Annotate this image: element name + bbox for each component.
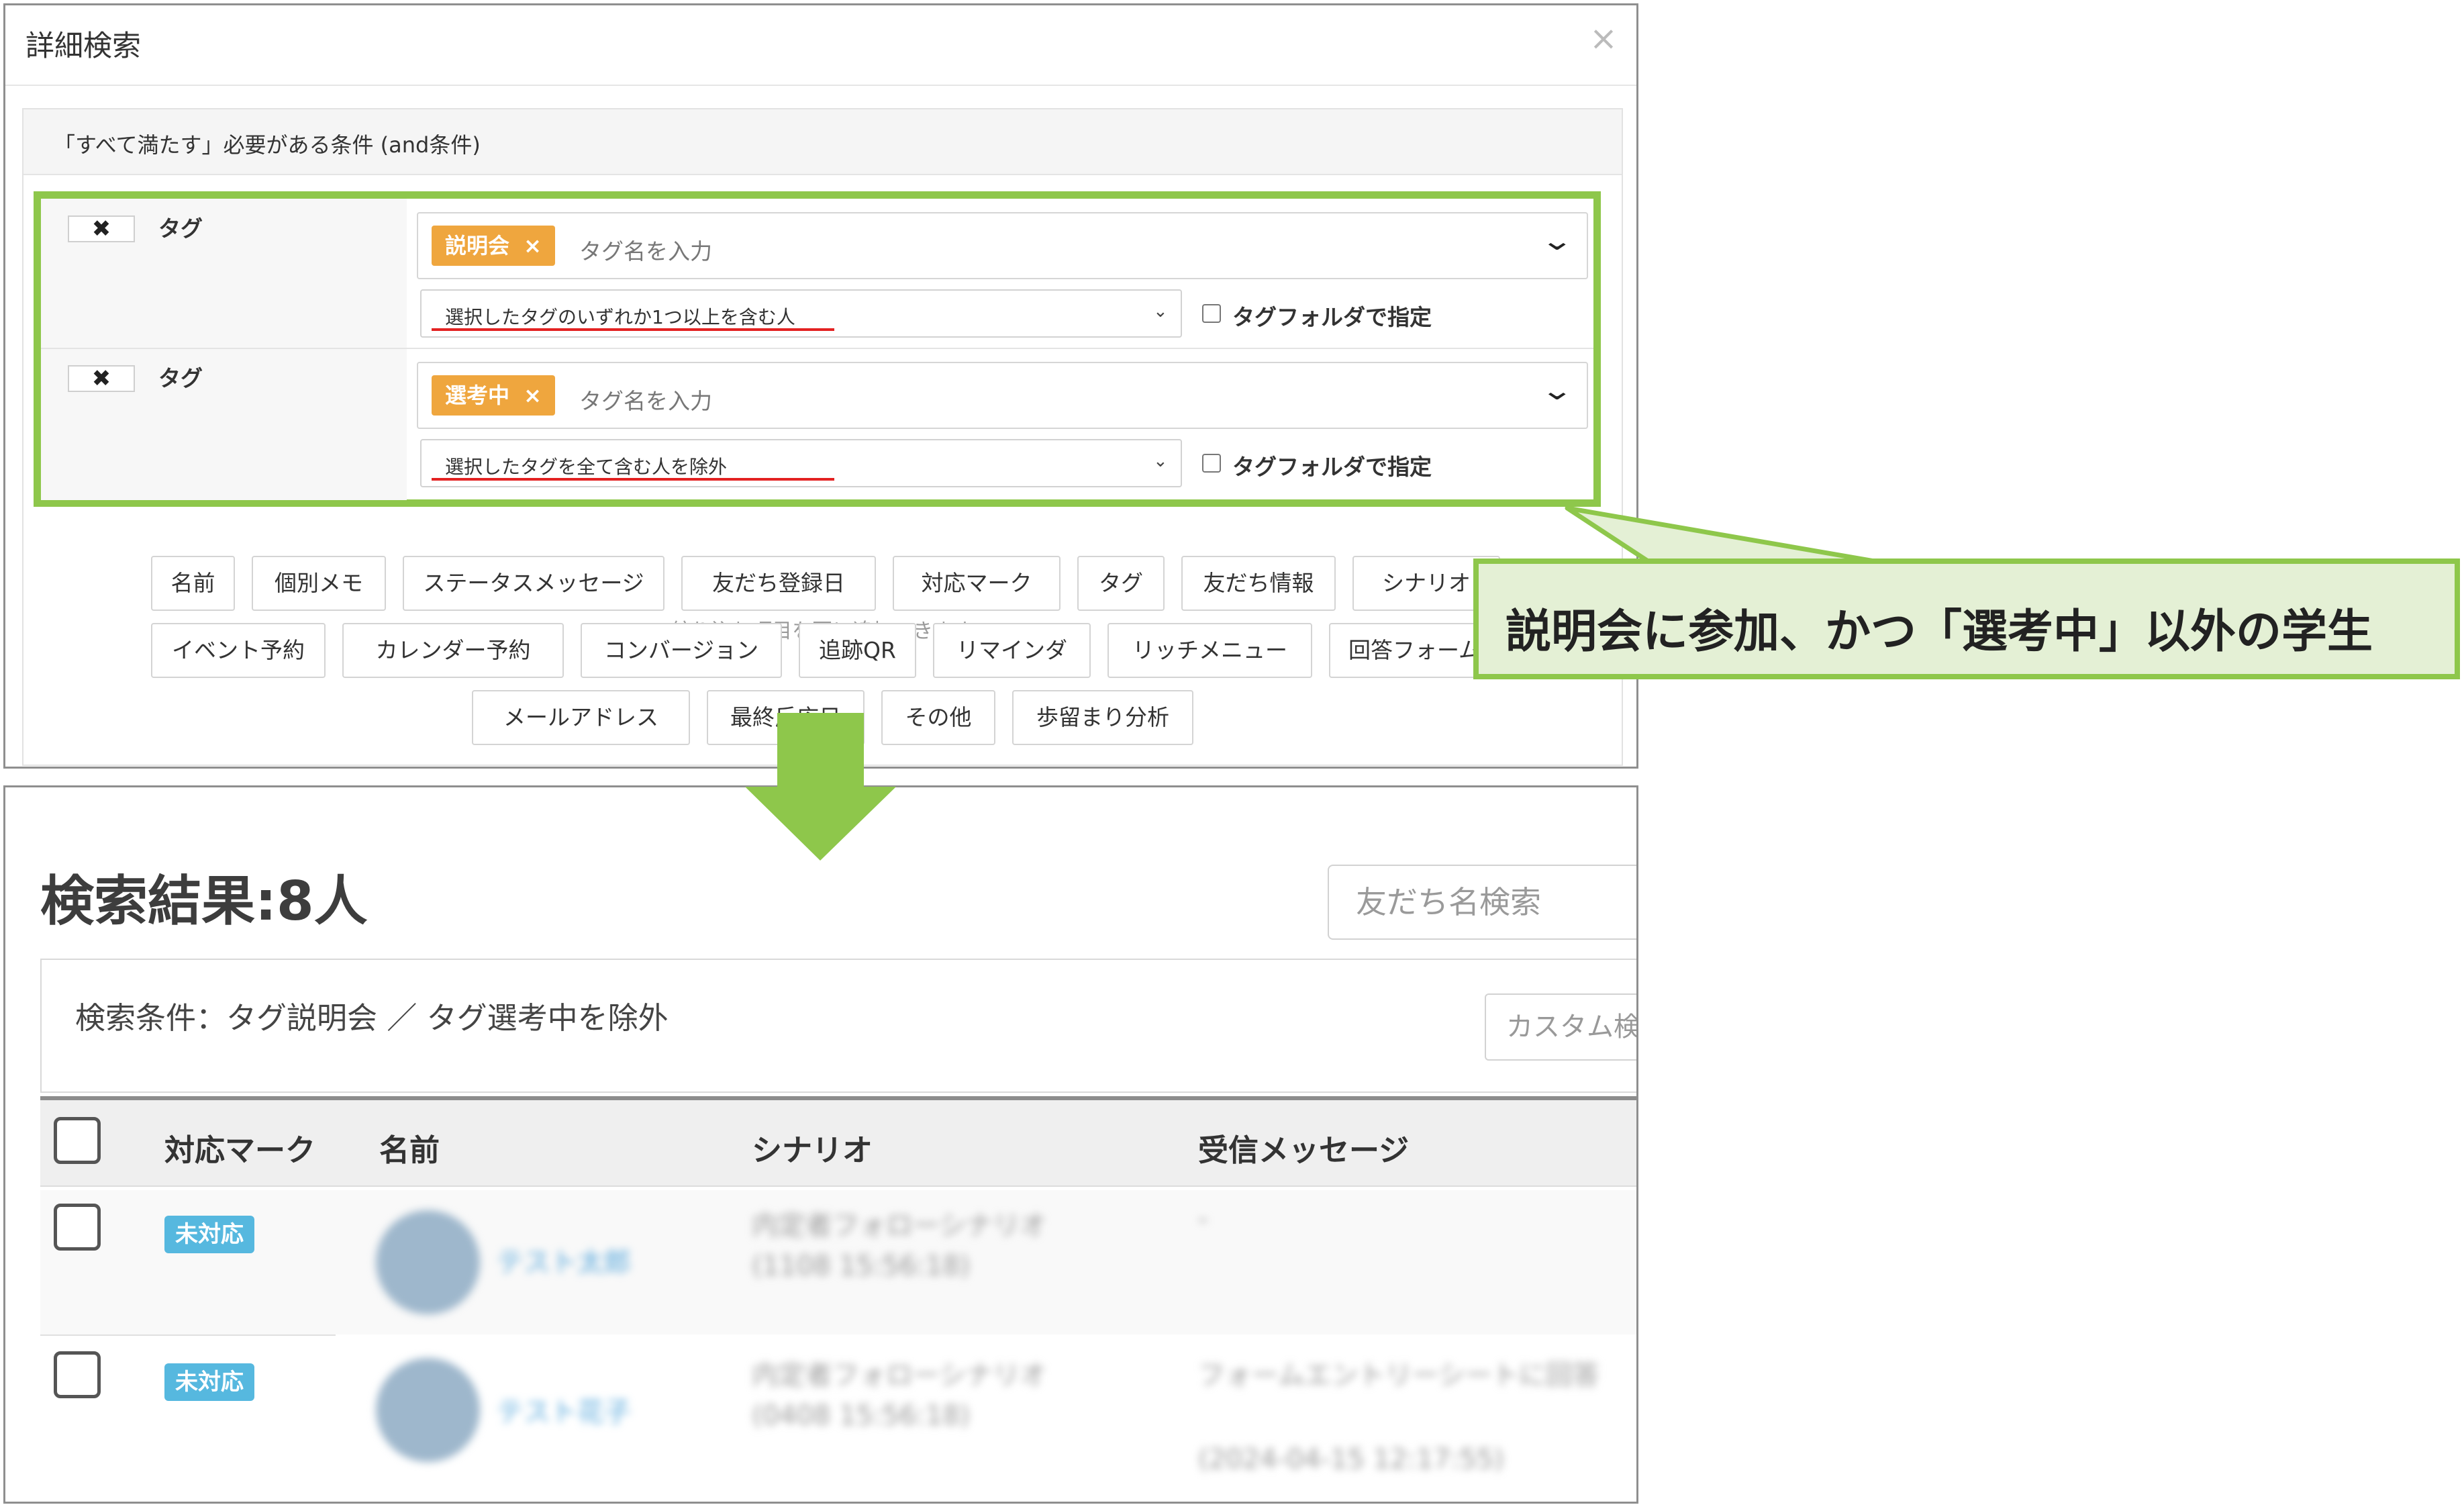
- received-message: -: [1198, 1204, 1208, 1234]
- callout-text: 説明会に参加、かつ「選考中」以外の学生: [1506, 605, 2373, 659]
- friend-name[interactable]: テスト花子: [497, 1390, 631, 1429]
- filter-button-friend-info[interactable]: 友だち情報: [1181, 556, 1336, 611]
- filter-button-event[interactable]: イベント予約: [151, 623, 326, 678]
- match-mode-select[interactable]: 選択したタグのいずれか1つ以上を含む人 ⌄: [420, 289, 1182, 338]
- filter-button-status-message[interactable]: ステータスメッセージ: [403, 556, 664, 611]
- tag-folder-label: タグフォルダで指定: [1232, 304, 1432, 330]
- tag-input-placeholder: タグ名を入力: [579, 388, 712, 414]
- column-header[interactable]: シナリオ: [752, 1126, 873, 1169]
- divider: [5, 85, 1636, 86]
- avatar: [376, 1358, 480, 1462]
- close-icon[interactable]: ×: [1589, 19, 1618, 58]
- filter-button-email[interactable]: メールアドレス: [472, 690, 690, 745]
- filter-button-calendar[interactable]: カレンダー予約: [342, 623, 564, 678]
- tag-input[interactable]: 選考中 × タグ名を入力 ⌄: [417, 362, 1588, 429]
- filter-button-name[interactable]: 名前: [151, 556, 235, 611]
- chevron-down-icon[interactable]: ⌄: [1540, 375, 1574, 406]
- callout-box: 説明会に参加、かつ「選考中」以外の学生: [1473, 558, 2460, 679]
- table-row: 未対応 テスト太郎 内定者フォローシナリオ (1108 15:56:18) -: [40, 1190, 1636, 1334]
- received-message-date: (2024-04-15 12:17:55): [1198, 1444, 1505, 1475]
- table-row: 未対応 テスト花子 内定者フォローシナリオ (0408 15:56:18) フォ…: [40, 1336, 1636, 1491]
- friend-name[interactable]: テスト太郎: [497, 1241, 631, 1279]
- filter-button-rich-menu[interactable]: リッチメニュー: [1107, 623, 1312, 678]
- scenario-date: (0408 15:56:18): [752, 1400, 971, 1431]
- table-header: 対応マーク 名前 シナリオ 受信メッセージ: [40, 1096, 1636, 1187]
- row-checkbox[interactable]: [54, 1204, 101, 1251]
- panel-header: 「すべて満たす」必要がある条件 (and条件): [23, 109, 1622, 175]
- chip-remove-icon[interactable]: ×: [524, 383, 542, 408]
- emphasis-underline: [432, 328, 834, 331]
- condition-type-label: タグ: [158, 365, 203, 391]
- custom-search-button[interactable]: カスタム検索: [1485, 993, 1636, 1061]
- scenario-name: 内定者フォローシナリオ: [752, 1210, 1047, 1241]
- status-badge[interactable]: 未対応: [164, 1363, 254, 1401]
- panel-header-title: 「すべて満たす」必要がある条件 (and条件): [54, 132, 481, 158]
- remove-condition-button[interactable]: ✖: [68, 365, 135, 392]
- modal-title: 詳細検索: [26, 30, 141, 63]
- search-conditions-text: 検索条件：タグ説明会 ／ タグ選考中を除外: [75, 1000, 669, 1036]
- friend-search-input[interactable]: 友だち名検索: [1328, 865, 1636, 940]
- tag-chip[interactable]: 選考中 ×: [432, 375, 555, 416]
- tag-chip[interactable]: 説明会 ×: [432, 226, 555, 266]
- tag-input[interactable]: 説明会 × タグ名を入力 ⌄: [417, 212, 1588, 279]
- chevron-down-icon[interactable]: ⌄: [1540, 226, 1574, 256]
- chevron-down-icon: ⌄: [1153, 301, 1168, 322]
- filter-button-yield[interactable]: 歩留まり分析: [1012, 690, 1193, 745]
- received-message: フォームエントリーシートに回答: [1198, 1360, 1599, 1391]
- highlighted-conditions: ✖ タグ 説明会 × タグ名を入力 ⌄ 選択したタグのいずれか1つ以上を含む人 …: [34, 191, 1601, 507]
- status-badge[interactable]: 未対応: [164, 1216, 254, 1253]
- column-header[interactable]: 対応マーク: [164, 1126, 315, 1169]
- search-results-panel: 検索結果:8人 友だち名検索 検索条件：タグ説明会 ／ タグ選考中を除外 カスタ…: [3, 785, 1638, 1504]
- search-conditions-box: 検索条件：タグ説明会 ／ タグ選考中を除外 カスタム検索: [40, 959, 1636, 1093]
- filter-button-reminder[interactable]: リマインダ: [933, 623, 1091, 678]
- filter-button-qr[interactable]: 追跡QR: [799, 623, 916, 678]
- scenario-name: 内定者フォローシナリオ: [752, 1360, 1047, 1391]
- tag-input-placeholder: タグ名を入力: [579, 238, 712, 264]
- filter-button-tag[interactable]: タグ: [1077, 556, 1165, 611]
- emphasis-underline: [432, 478, 834, 481]
- tag-chip-label: 説明会: [445, 233, 510, 258]
- select-all-checkbox[interactable]: [54, 1117, 101, 1164]
- chip-remove-icon[interactable]: ×: [524, 233, 542, 258]
- row-divider: [40, 1334, 336, 1336]
- filter-button-friend-date[interactable]: 友だち登録日: [681, 556, 876, 611]
- row-checkbox[interactable]: [54, 1351, 101, 1398]
- condition-type-label: タグ: [158, 215, 203, 242]
- tag-folder-label: タグフォルダで指定: [1232, 454, 1432, 480]
- tag-folder-checkbox[interactable]: [1202, 454, 1221, 473]
- filter-button-mark[interactable]: 対応マーク: [893, 556, 1061, 611]
- results-title: 検索結果:8人: [40, 870, 368, 932]
- avatar: [376, 1210, 480, 1314]
- scenario-date: (1108 15:56:18): [752, 1251, 971, 1281]
- match-mode-value: 選択したタグのいずれか1つ以上を含む人: [445, 306, 795, 328]
- tag-chip-label: 選考中: [445, 383, 510, 408]
- down-arrow-icon: [745, 713, 896, 861]
- filter-button-conversion[interactable]: コンバージョン: [581, 623, 782, 678]
- match-mode-value: 選択したタグを全て含む人を除外: [445, 456, 728, 478]
- filter-button-other[interactable]: その他: [881, 690, 995, 745]
- remove-condition-button[interactable]: ✖: [68, 215, 135, 242]
- chevron-down-icon: ⌄: [1153, 451, 1168, 471]
- filter-button-memo[interactable]: 個別メモ: [252, 556, 386, 611]
- column-header[interactable]: 名前: [379, 1126, 440, 1169]
- match-mode-select[interactable]: 選択したタグを全て含む人を除外 ⌄: [420, 439, 1182, 487]
- column-header[interactable]: 受信メッセージ: [1198, 1126, 1409, 1169]
- tag-folder-checkbox[interactable]: [1202, 304, 1221, 323]
